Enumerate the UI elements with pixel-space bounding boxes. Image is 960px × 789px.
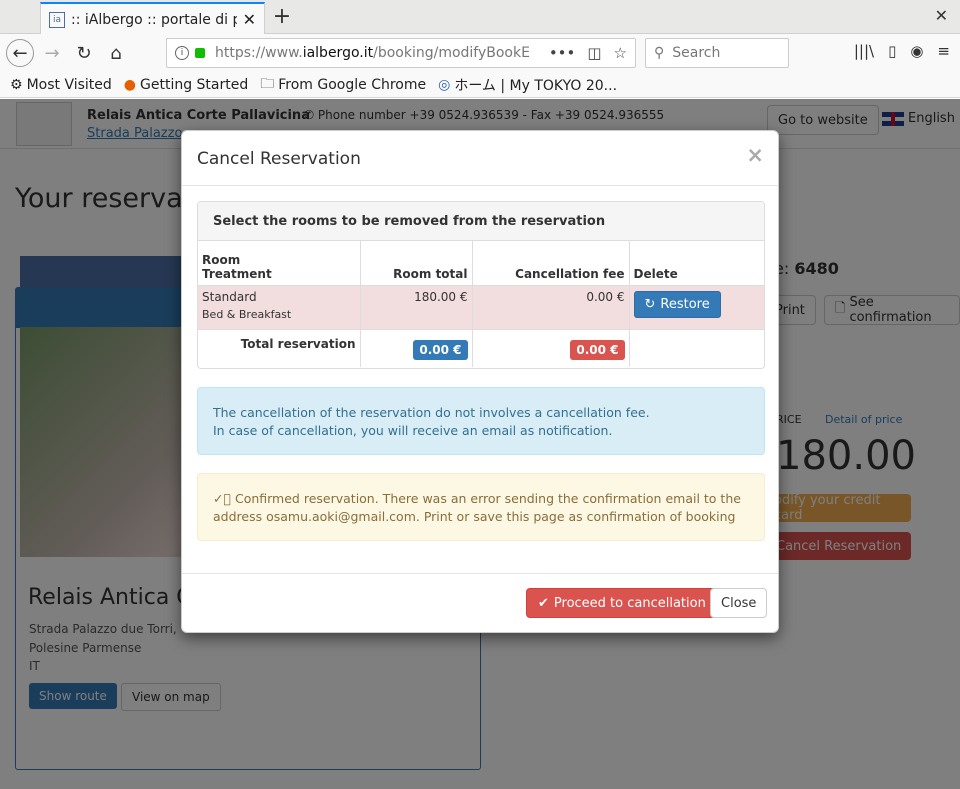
window-close-icon[interactable]: ✕ [935, 6, 948, 25]
fee-cell: 0.00 € [472, 285, 630, 330]
restore-button[interactable]: ↻ Restore [633, 290, 721, 318]
tab-bar: ia :: iAlbergo :: portale di pre ✕ + ✕ [0, 0, 960, 35]
warning-text: Confirmed reservation. There was an erro… [213, 491, 741, 524]
room-cell: Standard Bed & Breakfast [198, 285, 361, 330]
site-favicon-icon: ia [49, 11, 65, 28]
tab-title: :: iAlbergo :: portale di pre [71, 11, 237, 28]
bookmark-star-icon[interactable]: ☆ [614, 44, 627, 62]
rooms-table: Room Treatment Room total Cancellation fe… [198, 241, 764, 367]
lock-icon [195, 48, 205, 58]
refresh-icon: ↻ [644, 296, 656, 312]
close-icon[interactable]: × [746, 143, 764, 167]
firefox-icon: ● [123, 76, 136, 93]
bookmark-most-visited[interactable]: ⚙ Most Visited [10, 77, 112, 93]
modal-footer: ✔ Proceed to cancellation Close [182, 573, 778, 632]
library-icon[interactable]: |||\ [854, 42, 874, 60]
search-icon: ⚲ [654, 45, 665, 61]
close-button[interactable]: Close [710, 588, 768, 618]
menu-icon[interactable]: ≡ [937, 42, 950, 60]
back-icon[interactable]: ← [6, 39, 34, 67]
info-line: In case of cancellation, you will receiv… [213, 423, 613, 438]
total-label: Total reservation [198, 329, 361, 367]
new-tab-icon[interactable]: + [270, 4, 294, 29]
info-line: The cancellation of the reservation do n… [213, 405, 650, 420]
table-row: Standard Bed & Breakfast 180.00 € 0.00 € … [198, 285, 764, 330]
check-icon: ✔ [538, 595, 549, 611]
bookmark-getting-started[interactable]: ● Getting Started [124, 77, 248, 93]
info-alert: The cancellation of the reservation do n… [197, 387, 765, 455]
total-room-badge: 0.00 € [413, 339, 468, 360]
forward-icon[interactable]: → [38, 39, 66, 67]
globe-icon: ◎ [438, 76, 451, 93]
room-total-cell: 180.00 € [360, 285, 473, 330]
info-icon[interactable]: i [175, 46, 189, 60]
bookmark-from-chrome[interactable]: 🗀 From Google Chrome [260, 73, 426, 97]
rooms-panel: Select the rooms to be removed from the … [197, 201, 765, 369]
url-bar[interactable]: i https://www.ialbergo.it/booking/modify… [166, 38, 636, 68]
gear-icon: ⚙ [10, 76, 23, 93]
proceed-cancellation-button[interactable]: ✔ Proceed to cancellation [526, 588, 718, 618]
col-delete: Delete [629, 241, 764, 286]
pocket-icon[interactable]: ◫ [587, 44, 601, 62]
reload-icon[interactable]: ↻ [70, 39, 98, 67]
total-row: Total reservation 0.00 € 0.00 € [198, 329, 764, 367]
folder-icon: 🗀 [260, 75, 275, 92]
modal-body: Select the rooms to be removed from the … [182, 186, 778, 575]
modal-header: Cancel Reservation × [182, 131, 778, 186]
search-placeholder: Search [672, 45, 721, 61]
search-input[interactable]: ⚲ Search [645, 38, 789, 68]
modal-title: Cancel Reservation [197, 149, 361, 169]
rooms-panel-title: Select the rooms to be removed from the … [198, 202, 764, 241]
tab-close-icon[interactable]: ✕ [243, 10, 256, 29]
delete-cell: ↻ Restore [629, 285, 764, 330]
url-text: https://www.ialbergo.it/booking/modifyBo… [215, 45, 530, 61]
bookmarks-bar: ⚙ Most Visited ● Getting Started 🗀 From Goo… [0, 72, 960, 98]
nav-bar: ← → ↻ ⌂ i https://www.ialbergo.it/bookin… [0, 34, 960, 72]
home-icon[interactable]: ⌂ [102, 39, 130, 67]
warning-alert: ✓⃝ Confirmed reservation. There was an e… [197, 473, 765, 541]
page-actions-icon[interactable]: ••• [549, 44, 576, 62]
col-room-total: Room total [360, 241, 473, 286]
col-room: Room Treatment [198, 241, 361, 286]
sidebar-icon[interactable]: ▯ [888, 42, 896, 60]
check-circle-icon: ✓⃝ [213, 491, 231, 506]
account-icon[interactable]: ◉ [910, 42, 923, 60]
bookmark-my-tokyo[interactable]: ◎ ホーム | My TOKYO 20... [438, 75, 617, 95]
col-cancellation-fee: Cancellation fee [472, 241, 630, 286]
browser-tab[interactable]: ia :: iAlbergo :: portale di pre ✕ [40, 2, 265, 35]
total-fee-badge: 0.00 € [570, 339, 625, 360]
cancel-reservation-modal: Cancel Reservation × Select the rooms to… [181, 130, 779, 633]
